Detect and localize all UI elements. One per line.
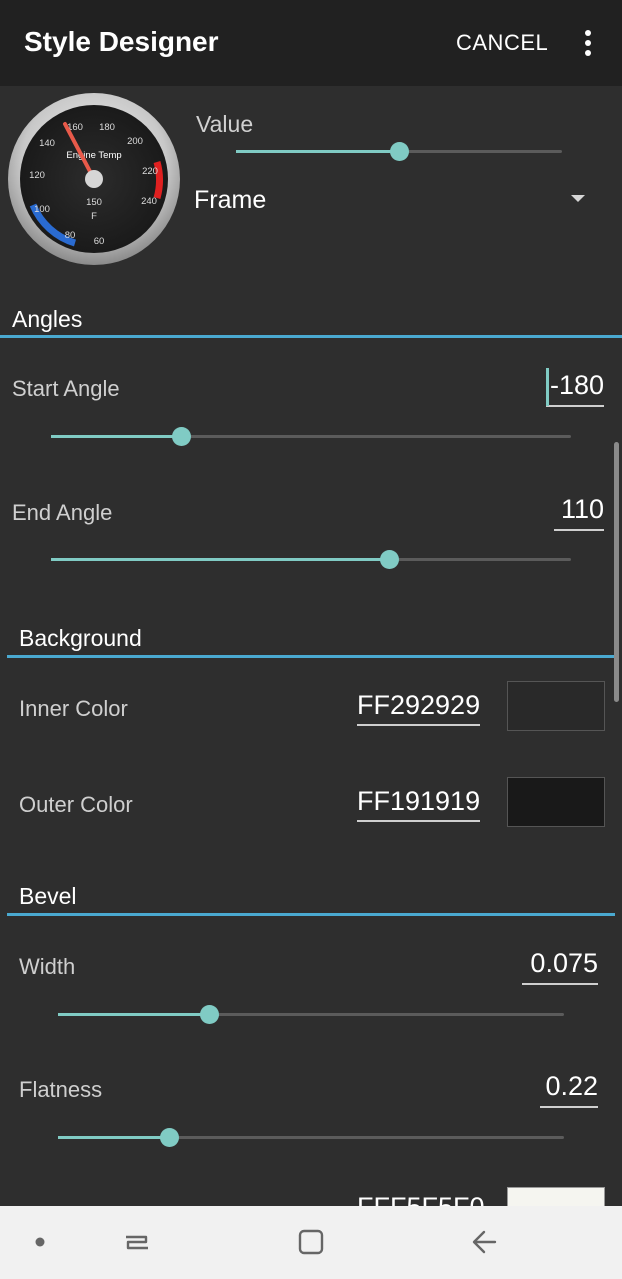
bevel-flatness-field[interactable]: 0.22 (540, 1071, 598, 1108)
gauge-tick-label: 240 (141, 196, 157, 207)
bevel-flatness-slider[interactable] (58, 1128, 564, 1147)
section-divider (0, 335, 622, 338)
slider-thumb[interactable] (379, 550, 399, 569)
gauge-tick-label: 60 (94, 236, 105, 247)
gauge-unit: F (91, 211, 97, 222)
outer-color-label: Outer Color (19, 792, 133, 817)
slider-fill (51, 435, 181, 438)
system-nav-bar (0, 1206, 622, 1279)
end-angle-field[interactable]: 110 (554, 494, 604, 531)
slider-thumb[interactable] (171, 427, 191, 446)
gauge-tick-label: 80 (65, 230, 76, 241)
slider-thumb[interactable] (159, 1128, 179, 1147)
start-angle-slider[interactable] (51, 427, 571, 446)
slider-fill (58, 1136, 170, 1139)
value-label: Value (196, 111, 254, 137)
slider-thumb[interactable] (389, 142, 409, 161)
bevel-width-slider[interactable] (58, 1005, 564, 1024)
outer-color-swatch[interactable] (507, 777, 605, 827)
section-divider (7, 655, 615, 658)
gauge-tick-label: 120 (29, 170, 45, 181)
bevel-width-label: Width (19, 954, 76, 979)
section-divider (7, 913, 615, 916)
gauge-value: 150 (86, 197, 102, 208)
slider-fill (51, 558, 389, 561)
more-vert-icon[interactable] (578, 28, 598, 58)
section-header-bevel: Bevel (19, 883, 77, 909)
slider-thumb[interactable] (200, 1005, 220, 1024)
dropdown-caret-icon (571, 195, 585, 202)
inner-color-swatch[interactable] (507, 681, 605, 731)
section-header-background: Background (19, 625, 142, 651)
dropdown-selected: Frame (194, 186, 267, 214)
gauge-title: Engine Temp (66, 150, 121, 161)
dot-icon[interactable] (22, 1224, 58, 1260)
gauge-tick-label: 180 (99, 122, 115, 133)
bevel-flatness-label: Flatness (19, 1077, 103, 1102)
cancel-button[interactable]: CANCEL (456, 30, 548, 56)
scrollbar[interactable] (614, 442, 619, 702)
slider-fill (236, 150, 399, 153)
recent-apps-icon[interactable] (119, 1224, 155, 1260)
back-icon[interactable] (467, 1224, 503, 1260)
start-angle-field[interactable]: -180 (546, 370, 604, 407)
bevel-width-field[interactable]: 0.075 (522, 948, 598, 985)
gauge-tick-label: 140 (39, 138, 55, 149)
text-cursor (546, 368, 549, 406)
inner-color-field[interactable]: FF292929 (357, 690, 481, 726)
section-header-angles: Angles (12, 306, 83, 332)
start-angle-label: Start Angle (12, 376, 120, 401)
inner-color-label: Inner Color (19, 696, 128, 721)
slider-fill (58, 1013, 210, 1016)
gauge-tick-label: 100 (34, 204, 50, 215)
page-title: Style Designer (24, 26, 219, 57)
end-angle-slider[interactable] (51, 550, 571, 569)
gauge-tick-label: 220 (142, 166, 158, 177)
app-bar: Style Designer CANCEL (0, 0, 622, 86)
home-icon[interactable] (293, 1224, 329, 1260)
gauge-preview: 60 80 100 120 140 160 180 200 220 240 En… (8, 93, 180, 265)
value-slider[interactable] (236, 142, 562, 161)
outer-color-field[interactable]: FF191919 (357, 786, 481, 822)
gauge-tick-label: 200 (127, 136, 143, 147)
gauge-hub (85, 170, 103, 188)
end-angle-label: End Angle (12, 500, 113, 525)
element-dropdown[interactable]: Frame (194, 180, 594, 220)
